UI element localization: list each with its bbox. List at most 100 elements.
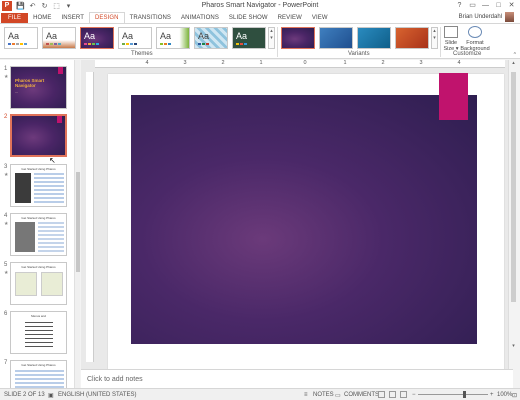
theme-aa-label: Aa [84,31,96,41]
themes-gallery-scroll[interactable]: ▴ ▾ [268,27,275,49]
normal-view-icon[interactable] [378,391,385,398]
language-indicator[interactable]: ENGLISH (UNITED STATES) [58,392,136,398]
animation-star-icon: ★ [4,270,9,276]
start-presentation-icon[interactable]: ⬚ [52,2,61,10]
variants-gallery-scroll[interactable]: ▴ ▾ [431,27,438,49]
thumb-heading: Get Started Using Pharos [21,167,56,171]
comments-toggle-button[interactable]: COMMENTS [344,392,379,398]
thumb-heading: Get Started Using Pharos [21,216,56,220]
close-button[interactable]: ✕ [505,0,518,11]
theme-purple-current[interactable]: Aa [80,27,114,49]
zoom-out-icon[interactable]: − [412,392,416,398]
slide-thumbnail[interactable]: Get Started Using Pharos [10,164,67,207]
collapse-ribbon-icon[interactable]: ^ [514,52,516,58]
fit-to-window-icon[interactable]: ⊡ [512,392,517,399]
save-icon[interactable]: 💾 [16,2,25,10]
undo-icon[interactable]: ↶ [28,2,37,10]
tab-review[interactable]: REVIEW [273,13,307,23]
slide-thumbnail[interactable]: Get Started Using Pharos [10,262,67,305]
slide-number: 6 [4,311,8,317]
ruler-label: 4 [145,60,149,66]
tab-slide-show[interactable]: SLIDE SHOW [224,13,273,23]
slide-thumbnail[interactable]: Pharos Smart Navigator — [10,66,67,109]
theme-green[interactable]: Aa [118,27,152,49]
theme-dark-green[interactable]: Aa [232,27,266,49]
zoom-in-icon[interactable]: + [490,392,494,398]
slide-tag-shape [58,67,63,74]
user-account[interactable]: Brian Underdahl [459,12,514,22]
scroll-up-icon[interactable]: ▴ [269,28,274,35]
theme-orange[interactable]: Aa [42,27,76,49]
slide-tag-shape[interactable] [439,73,468,120]
ruler-label: 0 [303,60,307,66]
maximize-button[interactable]: □ [492,0,505,11]
slide-thumbnail[interactable]: Get Started Using Pharos [10,213,67,256]
tab-transitions[interactable]: TRANSITIONS [125,13,176,23]
slide-thumbnail[interactable]: Menus and [10,311,67,354]
notes-placeholder[interactable]: Click to add notes [87,376,143,383]
scroll-down-icon[interactable]: ▾ [269,35,274,42]
tab-design[interactable]: DESIGN [88,12,125,23]
slide-thumbnail-selected[interactable] [10,114,67,157]
zoom-slider-knob[interactable] [463,391,466,398]
scroll-up-icon[interactable]: ▴ [509,60,518,68]
format-background-icon [468,26,482,38]
tab-insert[interactable]: INSERT [56,13,89,23]
editor-vertical-scrollbar[interactable]: ▴ ▾ [508,60,517,369]
tab-home[interactable]: HOME [28,13,56,23]
slide-thumbnail[interactable]: Get Started Using Pharos [10,360,67,388]
proofing-icon[interactable]: ▣ [48,392,54,399]
ruler-label: 2 [221,60,225,66]
notes-pane[interactable]: Click to add notes [81,369,513,388]
slide-counter: SLIDE 2 OF 13 [4,392,45,398]
slide-tag-shape [57,116,62,123]
zoom-level[interactable]: 100% [497,392,512,398]
theme-office[interactable]: Aa [4,27,38,49]
scrollbar-thumb[interactable] [511,72,516,302]
thumb-subtitle: — [15,90,18,94]
notes-icon[interactable]: ≡ [304,392,308,398]
thumb-heading: Menus and [31,314,46,318]
theme-aa-label: Aa [46,31,58,41]
minimize-button[interactable]: — [479,0,492,11]
comments-icon[interactable]: ▭ [335,392,341,399]
ruler-label: 3 [419,60,423,66]
slide-number: 1 [4,66,8,72]
thumb-image [15,222,35,252]
theme-color-bars [198,43,209,45]
ruler-label: 1 [343,60,347,66]
help-icon[interactable]: ? [453,0,466,11]
redo-icon[interactable]: ↻ [40,2,49,10]
customize-group-label: Customize [453,51,482,57]
thumb-text-lines [34,173,64,203]
tab-view[interactable]: VIEW [307,13,333,23]
notes-toggle-button[interactable]: NOTES [313,392,334,398]
scroll-down-icon[interactable]: ▾ [432,35,437,42]
ruler-label: 3 [183,60,187,66]
tab-animations[interactable]: ANIMATIONS [176,13,224,23]
ruler-label: 2 [381,60,385,66]
scroll-down-icon[interactable]: ▾ [509,343,518,351]
tab-file[interactable]: FILE [1,13,29,23]
slide-background-area[interactable] [131,95,477,344]
thumbnail-pane-scrollbar[interactable] [74,60,80,388]
slide-sorter-icon[interactable] [389,391,396,398]
theme-color-bars [8,43,27,45]
format-background-button[interactable]: Format Background [460,26,490,52]
variant-purple[interactable] [281,27,315,49]
customize-qat-icon[interactable]: ▾ [64,2,73,10]
variant-blue[interactable] [319,27,353,49]
theme-checker[interactable]: Aa [194,27,228,49]
scroll-up-icon[interactable]: ▴ [432,28,437,35]
theme-color-bars [46,43,61,45]
ribbon-display-icon[interactable]: ▭ [466,0,479,11]
theme-lime[interactable]: Aa [156,27,190,49]
theme-color-bars [84,43,99,45]
animation-star-icon: ★ [4,221,9,227]
zoom-slider[interactable] [418,394,488,395]
scrollbar-thumb[interactable] [76,172,80,272]
reading-view-icon[interactable] [400,391,407,398]
slide-size-button[interactable]: Slide Size ▾ [443,26,459,52]
variant-teal[interactable] [357,27,391,49]
variant-orange[interactable] [395,27,429,49]
